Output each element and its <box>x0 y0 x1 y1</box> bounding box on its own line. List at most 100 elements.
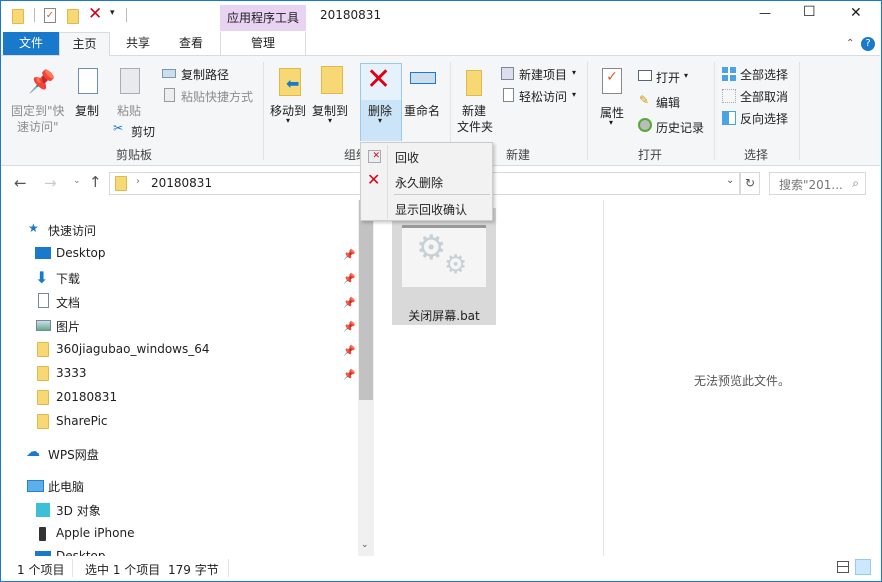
copy-to-icon <box>321 66 343 94</box>
back-button[interactable]: ← <box>14 174 27 192</box>
copy-path-icon <box>162 69 176 78</box>
new-folder-qat-icon[interactable] <box>67 9 79 27</box>
refresh-button[interactable]: ↻ <box>740 172 760 195</box>
forward-button[interactable]: → <box>44 174 57 192</box>
up-button[interactable]: ↑ <box>89 173 102 191</box>
pin-icon[interactable]: 📌 <box>343 298 355 309</box>
menu-item-recycle[interactable]: 回收 <box>395 149 419 166</box>
divider <box>263 62 264 160</box>
new-item-button[interactable]: 新建项目 <box>519 66 567 83</box>
easy-access-dropdown-icon[interactable]: ▾ <box>572 90 576 99</box>
open-icon <box>638 70 652 81</box>
help-icon[interactable]: ? <box>861 37 875 51</box>
properties-qat-icon[interactable]: ✓ <box>44 8 56 23</box>
copy-path-button[interactable]: 复制路径 <box>181 66 229 83</box>
scrollbar-thumb[interactable] <box>359 200 373 400</box>
recycle-icon: ✕ <box>368 150 381 163</box>
nav-this-pc[interactable]: 此电脑 <box>48 478 84 495</box>
copy-button[interactable]: 复制 <box>75 102 99 119</box>
paste-button[interactable]: 粘贴 <box>117 102 141 119</box>
search-input[interactable]: 搜索"201... ⌕ <box>769 172 866 195</box>
open-dropdown-icon[interactable]: ▾ <box>684 71 688 80</box>
maximize-button[interactable]: ☐ <box>803 4 816 20</box>
select-none-button[interactable]: 全部取消 <box>740 88 788 105</box>
properties-dropdown-icon[interactable]: ▾ <box>609 118 613 127</box>
invert-selection-button[interactable]: 反向选择 <box>740 110 788 127</box>
new-folder-icon <box>466 70 482 96</box>
nav-item-3333[interactable]: 3333 <box>56 366 87 380</box>
nav-wps-drive[interactable]: WPS网盘 <box>48 446 99 463</box>
delete-x-icon: ✕ <box>366 62 392 97</box>
history-icon <box>638 118 652 132</box>
large-icons-view-button[interactable] <box>855 559 871 575</box>
details-view-button[interactable] <box>837 561 849 573</box>
status-size: 179 字节 <box>168 563 219 577</box>
folder-icon <box>115 176 127 191</box>
nav-item-documents[interactable]: 文档 <box>56 294 80 311</box>
tab-share[interactable]: 共享 <box>112 32 164 55</box>
menu-item-show-recycle-confirmation[interactable]: 显示回收确认 <box>395 201 467 218</box>
group-label-select: 选择 <box>744 148 769 162</box>
pin-icon: 📌 <box>28 70 56 95</box>
delete-qat-icon[interactable]: ✕ <box>88 4 102 24</box>
paste-shortcut-icon <box>164 88 175 102</box>
nav-item-apple-iphone[interactable]: Apple iPhone <box>56 526 134 540</box>
pin-icon[interactable]: 📌 <box>343 370 355 381</box>
copy-to-dropdown-icon[interactable]: ▾ <box>328 116 332 125</box>
customize-qat-icon[interactable]: ▾ <box>110 8 115 18</box>
quick-access-folder-icon[interactable] <box>12 9 24 27</box>
nav-item-sharepic[interactable]: SharePic <box>56 414 108 428</box>
minimize-button[interactable]: — <box>759 6 771 20</box>
history-button[interactable]: 历史记录 <box>656 119 704 136</box>
file-item[interactable]: ⚙ ⚙ 关闭屏幕.bat <box>392 208 496 325</box>
tab-manage[interactable]: 管理 <box>220 32 306 55</box>
nav-quick-access[interactable]: 快速访问 <box>48 222 96 239</box>
cut-button[interactable]: 剪切 <box>131 123 155 140</box>
pin-icon[interactable]: 📌 <box>343 346 355 357</box>
group-label-clipboard: 剪贴板 <box>116 148 153 162</box>
pin-icon[interactable]: 📌 <box>343 274 355 285</box>
pin-quick-access-label: 速访问" <box>17 120 59 134</box>
tab-home[interactable]: 主页 <box>59 32 110 56</box>
tab-file[interactable]: 文件 <box>3 32 59 55</box>
breadcrumb-20180831[interactable]: 20180831 <box>151 176 212 190</box>
menu-item-permanent-delete[interactable]: 永久删除 <box>395 174 443 191</box>
nav-item-20180831[interactable]: 20180831 <box>56 390 117 404</box>
tab-view[interactable]: 查看 <box>164 32 218 55</box>
delete-dropdown-menu: ✕ 回收 ✕ 永久删除 显示回收确认 <box>360 142 493 221</box>
pin-icon[interactable]: 📌 <box>343 250 355 261</box>
address-dropdown-icon[interactable]: ⌄ <box>726 175 734 186</box>
easy-access-icon <box>503 88 514 102</box>
nav-item-3d-objects[interactable]: 3D 对象 <box>56 502 101 519</box>
search-placeholder: 搜索"201... <box>779 178 843 192</box>
nav-item-360jiagubao[interactable]: 360jiagubao_windows_64 <box>56 342 210 356</box>
nav-item-desktop-pc[interactable]: Desktop <box>56 549 106 556</box>
nav-item-pictures[interactable]: 图片 <box>56 318 80 335</box>
recent-locations-icon[interactable]: ⌄ <box>73 176 81 186</box>
easy-access-button[interactable]: 轻松访问 <box>519 88 567 105</box>
new-folder-button[interactable]: 新建 <box>462 102 486 119</box>
select-all-button[interactable]: 全部选择 <box>740 66 788 83</box>
folder-icon <box>37 390 49 405</box>
pin-quick-access-button[interactable]: 固定到"快 <box>11 102 65 119</box>
preview-message: 无法预览此文件。 <box>694 374 791 388</box>
collapse-ribbon-icon[interactable]: ⌃ <box>846 38 854 49</box>
rename-button[interactable]: 重命名 <box>404 102 440 119</box>
edit-button[interactable]: 编辑 <box>656 94 680 111</box>
delete-dropdown-icon[interactable]: ▾ <box>378 116 382 125</box>
move-to-dropdown-icon[interactable]: ▾ <box>286 116 290 125</box>
nav-item-downloads[interactable]: 下载 <box>56 270 80 287</box>
invert-selection-icon <box>722 111 736 125</box>
iphone-icon <box>39 527 46 541</box>
open-button[interactable]: 打开 <box>656 69 680 86</box>
nav-scrollbar[interactable]: ⌄ <box>358 200 374 556</box>
quick-access-star-icon: ★ <box>28 221 39 235</box>
new-item-dropdown-icon[interactable]: ▾ <box>572 68 576 77</box>
scroll-down-icon[interactable]: ⌄ <box>361 540 369 550</box>
pin-icon[interactable]: 📌 <box>343 322 355 333</box>
nav-item-desktop[interactable]: Desktop <box>56 246 106 260</box>
preview-divider[interactable] <box>603 200 604 556</box>
paste-shortcut-button[interactable]: 粘贴快捷方式 <box>181 88 253 105</box>
move-to-icon: ⬅ <box>279 68 301 96</box>
close-button[interactable]: ✕ <box>850 5 862 21</box>
